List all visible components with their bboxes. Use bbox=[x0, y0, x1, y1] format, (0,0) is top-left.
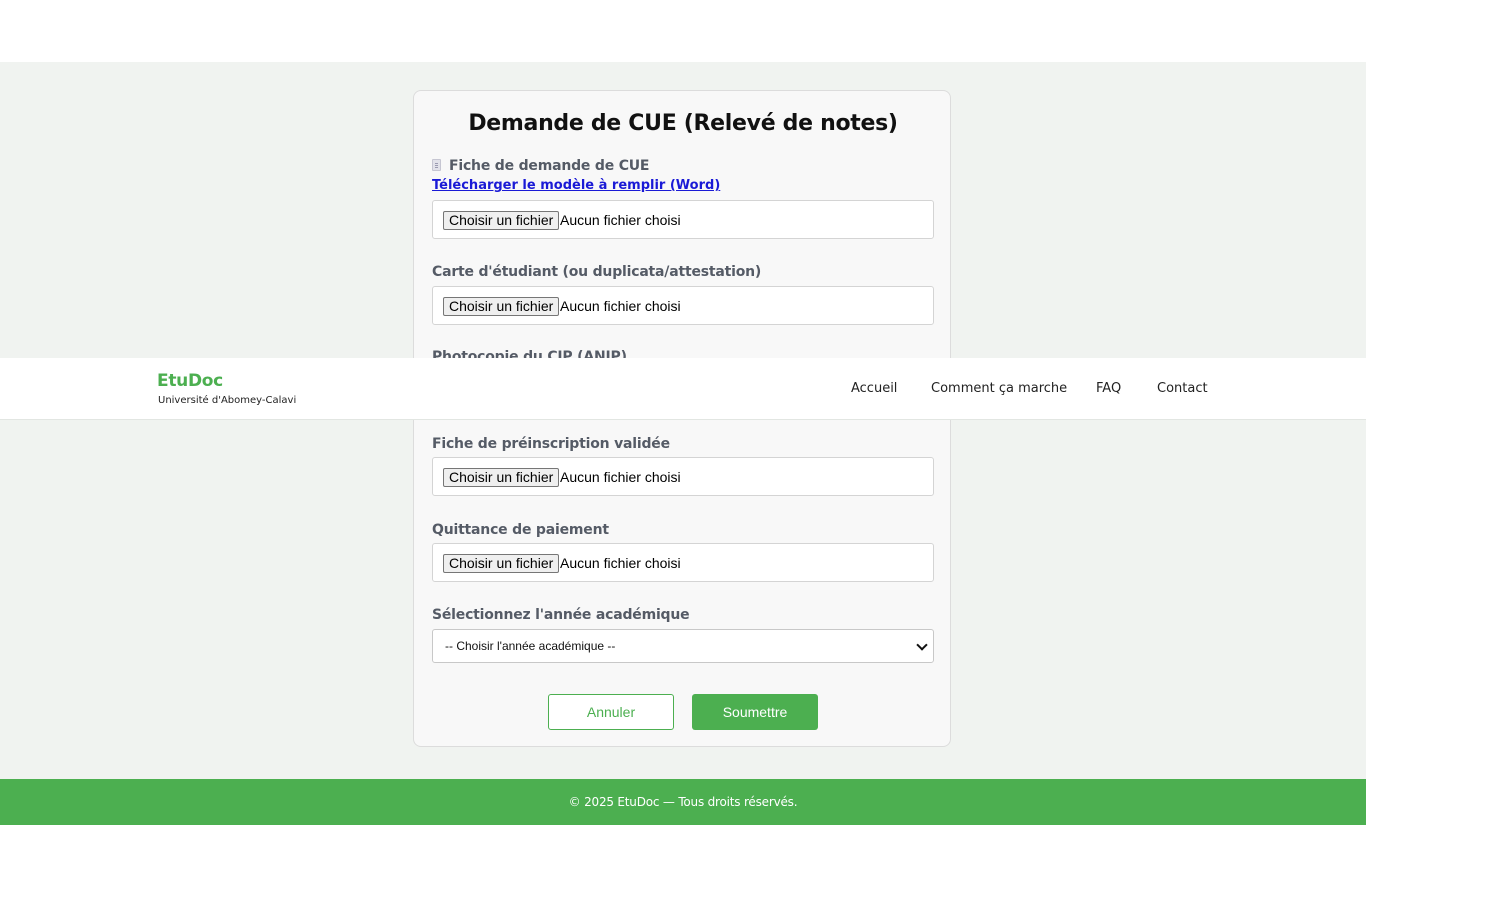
cancel-button[interactable]: Annuler bbox=[548, 694, 674, 730]
payment-receipt-file-input[interactable]: Choisir un fichier Aucun fichier choisi bbox=[432, 543, 934, 582]
academic-year-select[interactable]: -- Choisir l'année académique -- bbox=[432, 629, 934, 663]
chevron-down-icon bbox=[916, 639, 928, 651]
payment-receipt-label: Quittance de paiement bbox=[432, 522, 609, 538]
submit-button[interactable]: Soumettre bbox=[692, 694, 818, 730]
nav-contact[interactable]: Contact bbox=[1157, 381, 1208, 396]
academic-year-selected: -- Choisir l'année académique -- bbox=[445, 639, 616, 653]
template-label-text: Fiche de demande de CUE bbox=[449, 158, 650, 174]
nav-faq[interactable]: FAQ bbox=[1096, 381, 1121, 396]
choose-file-button[interactable]: Choisir un fichier bbox=[443, 468, 560, 487]
nav-accueil[interactable]: Accueil bbox=[851, 381, 897, 396]
top-navbar: EtuDoc Université d'Abomey-Calavi Accuei… bbox=[0, 358, 1366, 420]
academic-year-label: Sélectionnez l'année académique bbox=[432, 607, 690, 623]
student-card-file-input[interactable]: Choisir un fichier Aucun fichier choisi bbox=[432, 286, 934, 325]
file-status: Aucun fichier choisi bbox=[560, 212, 681, 228]
footer: © 2025 EtuDoc — Tous droits réservés. bbox=[0, 779, 1366, 825]
brand-logo[interactable]: EtuDoc bbox=[157, 371, 223, 391]
nav-comment-ca-marche[interactable]: Comment ça marche bbox=[931, 381, 1067, 396]
file-status: Aucun fichier choisi bbox=[560, 298, 681, 314]
choose-file-button[interactable]: Choisir un fichier bbox=[443, 297, 560, 316]
student-card-label: Carte d'étudiant (ou duplicata/attestati… bbox=[432, 264, 762, 280]
footer-copyright: © 2025 EtuDoc — Tous droits réservés. bbox=[568, 795, 798, 809]
file-status: Aucun fichier choisi bbox=[560, 469, 681, 485]
download-template-link[interactable]: Télécharger le modèle à remplir (Word) bbox=[432, 178, 720, 193]
document-icon bbox=[432, 159, 441, 171]
form-title: Demande de CUE (Relevé de notes) bbox=[468, 111, 898, 136]
brand-subtitle: Université d'Abomey-Calavi bbox=[158, 395, 297, 406]
file-status: Aucun fichier choisi bbox=[560, 555, 681, 571]
choose-file-button[interactable]: Choisir un fichier bbox=[443, 554, 560, 573]
preinscription-file-input[interactable]: Choisir un fichier Aucun fichier choisi bbox=[432, 457, 934, 496]
template-file-input[interactable]: Choisir un fichier Aucun fichier choisi bbox=[432, 200, 934, 239]
template-field-label: Fiche de demande de CUE bbox=[432, 158, 649, 174]
choose-file-button[interactable]: Choisir un fichier bbox=[443, 211, 560, 230]
preinscription-label: Fiche de préinscription validée bbox=[432, 436, 670, 452]
